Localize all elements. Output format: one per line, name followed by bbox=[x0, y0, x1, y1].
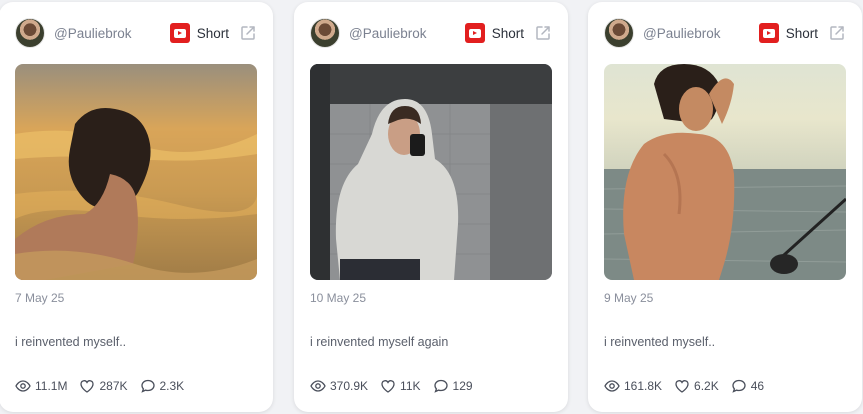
external-link-icon[interactable] bbox=[828, 24, 846, 42]
author-handle[interactable]: @Pauliebrok bbox=[643, 26, 721, 41]
comments-count: 129 bbox=[452, 379, 473, 393]
post-date: 10 May 25 bbox=[310, 291, 367, 305]
likes-count: 11K bbox=[400, 379, 421, 393]
avatar[interactable] bbox=[604, 18, 634, 48]
post-type-label: Short bbox=[491, 25, 524, 41]
external-link-icon[interactable] bbox=[534, 24, 552, 42]
likes-stat: 287K bbox=[79, 378, 128, 394]
author-handle[interactable]: @Pauliebrok bbox=[349, 26, 427, 41]
heart-icon bbox=[675, 380, 689, 393]
post-date: 7 May 25 bbox=[15, 291, 65, 305]
post-thumbnail[interactable] bbox=[310, 64, 552, 280]
avatar[interactable] bbox=[15, 18, 45, 48]
comment-icon bbox=[140, 379, 155, 393]
eye-icon bbox=[15, 380, 31, 392]
views-stat: 370.9K bbox=[310, 378, 368, 394]
post-stats: 11.1M 287K 2.3K bbox=[15, 378, 196, 394]
post-type-label: Short bbox=[785, 25, 818, 41]
heart-icon bbox=[381, 380, 395, 393]
author-handle[interactable]: @Pauliebrok bbox=[54, 26, 132, 41]
comments-stat: 46 bbox=[731, 378, 764, 394]
eye-icon bbox=[604, 380, 620, 392]
likes-count: 287K bbox=[99, 379, 128, 393]
youtube-icon bbox=[464, 23, 485, 43]
comments-count: 2.3K bbox=[159, 379, 185, 393]
post-caption: i reinvented myself.. bbox=[15, 335, 127, 349]
avatar[interactable] bbox=[310, 18, 340, 48]
views-stat: 161.8K bbox=[604, 378, 662, 394]
post-card[interactable]: @Pauliebrok Short 7 May 25 i reinvented … bbox=[0, 2, 273, 412]
views-count: 11.1M bbox=[35, 379, 68, 393]
post-stats: 161.8K 6.2K 46 bbox=[604, 378, 776, 394]
comments-stat: 129 bbox=[433, 378, 473, 394]
post-card[interactable]: @Pauliebrok Short 10 May 25 i reinvented… bbox=[294, 2, 568, 412]
post-card[interactable]: @Pauliebrok Short 9 May 25 i reinvented … bbox=[588, 2, 862, 412]
external-link-icon[interactable] bbox=[239, 24, 257, 42]
post-header: @Pauliebrok Short bbox=[310, 16, 552, 50]
post-header: @Pauliebrok Short bbox=[604, 16, 846, 50]
views-count: 161.8K bbox=[624, 379, 663, 393]
post-caption: i reinvented myself.. bbox=[604, 335, 716, 349]
comment-icon bbox=[732, 379, 746, 393]
post-thumbnail[interactable] bbox=[15, 64, 257, 280]
likes-stat: 6.2K bbox=[674, 378, 719, 394]
post-stats: 370.9K 11K 129 bbox=[310, 378, 485, 394]
post-type-label: Short bbox=[196, 25, 229, 41]
comments-stat: 2.3K bbox=[140, 378, 185, 394]
post-thumbnail[interactable] bbox=[604, 64, 846, 280]
comments-count: 46 bbox=[750, 379, 765, 393]
post-header: @Pauliebrok Short bbox=[15, 16, 257, 50]
youtube-icon bbox=[758, 23, 779, 43]
likes-stat: 11K bbox=[380, 378, 421, 394]
heart-icon bbox=[80, 380, 95, 393]
post-caption: i reinvented myself again bbox=[310, 335, 449, 349]
views-stat: 11.1M bbox=[15, 378, 67, 394]
views-count: 370.9K bbox=[330, 379, 369, 393]
likes-count: 6.2K bbox=[694, 379, 719, 393]
comment-icon bbox=[433, 379, 448, 393]
post-date: 9 May 25 bbox=[604, 291, 654, 305]
eye-icon bbox=[310, 380, 326, 392]
youtube-icon bbox=[169, 23, 190, 43]
